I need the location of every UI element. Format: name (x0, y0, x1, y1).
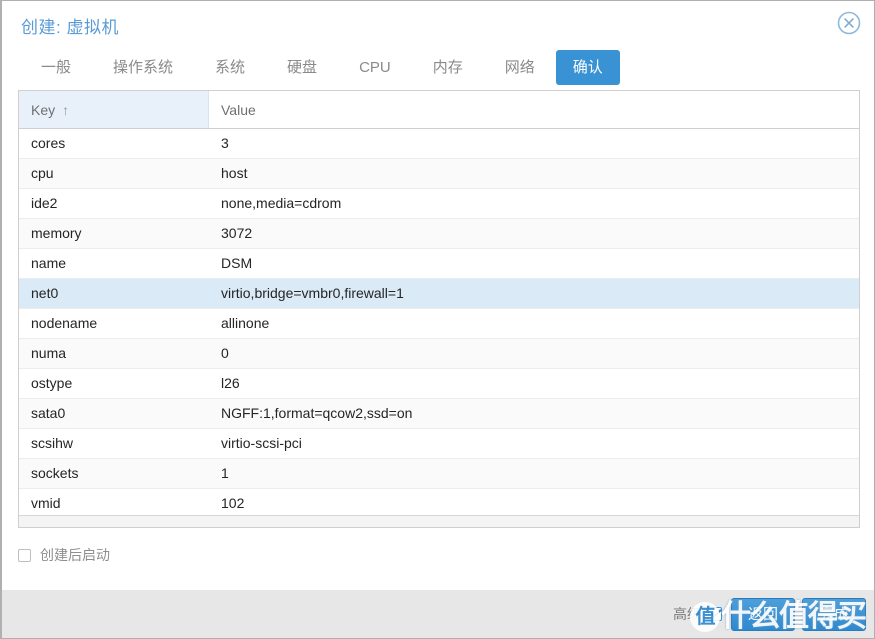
dialog-body: Key ↑ Value cores 3 cpu host ide2 none,m… (2, 90, 874, 589)
tab-disk[interactable]: 硬盘 (266, 52, 338, 83)
finish-button[interactable]: 完成 (801, 597, 866, 631)
table-row-selected[interactable]: net0 virtio,bridge=vmbr0,firewall=1 (19, 279, 859, 309)
cell-key: name (31, 255, 67, 271)
advanced-toggle[interactable]: 高级 (673, 604, 722, 624)
close-circle-glyph (837, 11, 861, 35)
tab-memory[interactable]: 内存 (412, 52, 484, 83)
cell-value: allinone (221, 315, 270, 331)
cell-key: sockets (31, 465, 79, 481)
start-after-create-label: 创建后启动 (40, 547, 110, 563)
dialog-footer: 高级 返回 完成 值 什么 值得买 (2, 589, 874, 638)
checkbox-unchecked-icon[interactable] (18, 548, 31, 562)
table-row[interactable]: cores 3 (19, 129, 859, 159)
column-header-key[interactable]: Key ↑ (19, 91, 209, 128)
table-row[interactable]: scsihw virtio-scsi-pci (19, 429, 859, 459)
cell-value: 3072 (221, 225, 253, 241)
checkbox-checked-icon[interactable] (707, 607, 722, 621)
cell-key: nodename (31, 315, 98, 331)
grid-body: cores 3 cpu host ide2 none,media=cdrom m… (19, 129, 859, 519)
horizontal-scrollbar[interactable] (19, 515, 859, 527)
dialog-titlebar: 创建: 虚拟机 (2, 1, 874, 45)
cell-key: scsihw (31, 435, 74, 451)
close-icon[interactable] (836, 10, 862, 36)
column-header-key-label: Key (31, 101, 56, 118)
summary-grid: Key ↑ Value cores 3 cpu host ide2 none,m… (18, 90, 860, 528)
table-row[interactable]: ide2 none,media=cdrom (19, 189, 859, 219)
start-after-create-checkbox[interactable]: 创建后启动 (18, 545, 110, 565)
cell-value: NGFF:1,format=qcow2,ssd=on (221, 405, 413, 421)
tab-system[interactable]: 系统 (194, 52, 266, 83)
table-row[interactable]: name DSM (19, 249, 859, 279)
cell-value: virtio-scsi-pci (221, 435, 302, 451)
cell-value: 1 (221, 465, 229, 481)
cell-value: virtio,bridge=vmbr0,firewall=1 (221, 285, 404, 301)
back-button[interactable]: 返回 (730, 597, 795, 631)
table-row[interactable]: cpu host (19, 159, 859, 189)
cell-value: 102 (221, 495, 245, 511)
cell-key: numa (31, 345, 67, 361)
tab-general[interactable]: 一般 (20, 52, 92, 83)
tab-network[interactable]: 网络 (484, 52, 556, 83)
create-vm-dialog: 创建: 虚拟机 一般 操作系统 系统 硬盘 CPU 内存 网络 确认 Key ↑ (0, 0, 875, 639)
cell-key: ide2 (31, 195, 58, 211)
tab-cpu[interactable]: CPU (338, 52, 412, 83)
table-row[interactable]: sata0 NGFF:1,format=qcow2,ssd=on (19, 399, 859, 429)
cell-value: l26 (221, 375, 240, 391)
cell-key: cores (31, 135, 66, 151)
cell-key: sata0 (31, 405, 66, 421)
dialog-title: 创建: 虚拟机 (21, 18, 119, 37)
cell-key: vmid (31, 495, 61, 511)
table-row[interactable]: ostype l26 (19, 369, 859, 399)
table-row[interactable]: memory 3072 (19, 219, 859, 249)
table-row[interactable]: sockets 1 (19, 459, 859, 489)
table-row[interactable]: numa 0 (19, 339, 859, 369)
column-header-value[interactable]: Value (209, 91, 859, 128)
cell-value: host (221, 165, 248, 181)
cell-key: memory (31, 225, 82, 241)
advanced-label: 高级 (672, 606, 701, 622)
cell-key: ostype (31, 375, 73, 391)
table-row[interactable]: nodename allinone (19, 309, 859, 339)
cell-key: net0 (31, 285, 59, 301)
column-header-value-label: Value (221, 101, 256, 118)
cell-value: DSM (221, 255, 253, 271)
grid-header-row: Key ↑ Value (19, 91, 859, 129)
cell-key: cpu (31, 165, 54, 181)
wizard-tabs: 一般 操作系统 系统 硬盘 CPU 内存 网络 确认 (2, 45, 874, 90)
cell-value: none,media=cdrom (221, 195, 342, 211)
tab-confirm[interactable]: 确认 (555, 50, 620, 85)
sort-ascending-icon: ↑ (62, 101, 70, 118)
cell-value: 0 (221, 345, 229, 361)
tab-os[interactable]: 操作系统 (92, 52, 194, 83)
cell-value: 3 (221, 135, 229, 151)
